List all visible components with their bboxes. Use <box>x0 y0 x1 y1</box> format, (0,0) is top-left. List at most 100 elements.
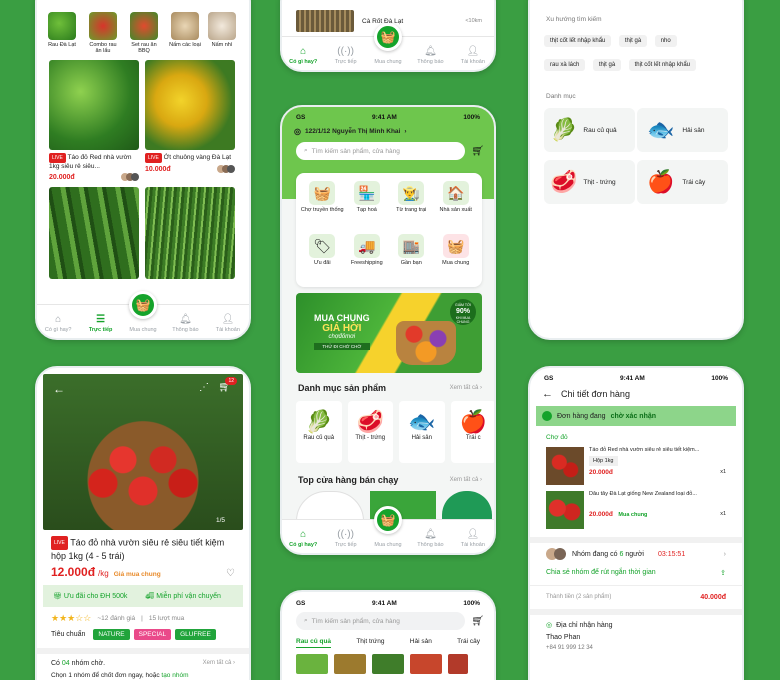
trend-chip[interactable]: thịt gà <box>592 59 622 71</box>
tab-vegetables[interactable]: Rau củ quả <box>296 638 332 648</box>
tab-live[interactable]: ((·)) Trực tiếp <box>324 37 366 70</box>
see-all-link[interactable]: Xem tất cả › <box>450 385 482 391</box>
heart-icon[interactable]: ♡ <box>226 568 235 579</box>
product-card[interactable]: LIVE Táo đỏ Red nhà vườn 1kg siêu rẻ siê… <box>49 60 139 181</box>
see-all-link[interactable]: Xem tất cả › <box>203 660 235 667</box>
menu-producer[interactable]: 🏠 Nhà sản xuất <box>434 181 479 234</box>
basket-icon: 🧺 <box>374 23 403 51</box>
rating-count[interactable]: ~12 đánh giá <box>97 615 135 622</box>
share-group-link[interactable]: Chia sẻ nhóm để rút ngắn thời gian ⇪ <box>530 565 742 581</box>
product-image <box>145 187 235 279</box>
meat-icon: 🥩 <box>356 409 384 434</box>
share-icon: ⇪ <box>720 570 726 577</box>
product-name: Ớt chuông vàng Đà Lạt <box>163 154 232 161</box>
category-item[interactable]: 🥬 Rau củ quả <box>296 401 342 463</box>
menu-grocery[interactable]: 🏪 Tạp hoá <box>345 181 390 234</box>
category-row: Rau Đà Lạt Combo rau ăn lẩu Set rau ăn B… <box>37 0 249 54</box>
category-item[interactable]: Nấm các loại <box>166 12 204 54</box>
product-thumb[interactable] <box>334 654 366 674</box>
address-bar[interactable]: ◎ 122/1/12 Nguyễn Thị Minh Khai › <box>294 127 482 136</box>
category-card[interactable]: 🥬 Rau củ quả <box>544 108 635 152</box>
tab-group-buy[interactable]: 🧺 Mua chung <box>367 23 409 70</box>
tab-meat[interactable]: Thịt trứng <box>356 638 384 648</box>
broadcast-icon: ((·)) <box>337 46 354 57</box>
back-arrow-icon[interactable]: ← <box>53 382 65 396</box>
product-thumb[interactable] <box>296 654 328 674</box>
menu-deals[interactable]: 🏷 Ưu đãi <box>300 234 345 287</box>
menu-freeshipping[interactable]: 🚚 Freeshipping <box>345 234 390 287</box>
promo-banner[interactable]: MUA CHUNG GIÁ HỜI chợđỏmơi THỬ ĐI CHỚ CH… <box>296 293 482 373</box>
status-bar: GS 9:41 AM 100% <box>544 374 728 382</box>
item-tag: Mua chung <box>618 512 648 518</box>
product-card[interactable] <box>49 187 139 279</box>
barn-icon: 🏠 <box>442 181 469 205</box>
menu-group-buy[interactable]: 🧺 Mua chung <box>434 234 479 287</box>
product-card[interactable]: LIVE Ớt chuông vàng Đà Lạt 10.000đ <box>145 60 235 181</box>
standard-badge: NATURE <box>93 629 130 640</box>
tab-notifications[interactable]: 🔔︎ Thông báo <box>164 305 206 338</box>
status-bar: GS 9:41 AM 100% <box>296 113 480 121</box>
category-card[interactable]: 🍎 Trái cây <box>637 160 728 204</box>
menu-nearby[interactable]: 🏬 Gần bạn <box>389 234 434 287</box>
live-badge: LIVE <box>49 153 66 163</box>
order-item[interactable]: Dâu tây Đà Lạt giống New Zealand loại đỏ… <box>530 485 742 529</box>
tab-account[interactable]: 👤︎ Tài khoản <box>452 37 494 70</box>
tab-seafood[interactable]: Hải sản <box>410 638 432 648</box>
tab-account[interactable]: 👤︎ Tài khoản <box>207 305 249 338</box>
tab-fruit[interactable]: Trái cây <box>457 638 480 648</box>
tab-account[interactable]: 👤︎ Tài khoản <box>452 520 494 553</box>
category-item[interactable]: Nấm nhì <box>207 12 237 54</box>
price-unit: /kg <box>98 569 109 578</box>
category-item[interactable]: Rau Đà Lạt <box>43 12 81 54</box>
category-item[interactable]: 🥩 Thịt - trứng <box>347 401 393 463</box>
tab-home[interactable]: ⌂ Có gì hay? <box>37 305 79 338</box>
trend-chip[interactable]: rau xà lách <box>544 59 586 71</box>
cart-icon[interactable]: 🛒︎ <box>471 616 484 627</box>
category-item[interactable]: 🍎 Trái c <box>450 401 494 463</box>
search-input[interactable]: ⌕ Tìm kiếm sản phẩm, cửa hàng <box>296 612 466 630</box>
product-card[interactable] <box>145 187 235 279</box>
promo-freeship[interactable]: 🚚︎ Miễn phí vận chuyển <box>145 592 220 600</box>
product-thumb[interactable] <box>410 654 442 674</box>
category-title: Danh mục <box>546 93 576 100</box>
trend-chip[interactable]: thịt gà <box>618 35 648 47</box>
trend-chip[interactable]: thịt cốt lết nhập khẩu <box>544 35 612 47</box>
product-price: 10.000đ <box>145 165 171 173</box>
product-thumb[interactable] <box>448 654 468 674</box>
phone-category: GS 9:41 AM 100% ⌕ Tìm kiếm sản phẩm, cửa… <box>280 590 496 680</box>
tab-notifications[interactable]: 🔔︎ Thông báo <box>409 37 451 70</box>
category-card[interactable]: 🥩 Thịt - trứng <box>544 160 635 204</box>
promo-discount[interactable]: 🎁︎ Ưu đãi cho ĐH 500k <box>53 592 127 600</box>
category-card[interactable]: 🐟 Hải sản <box>637 108 728 152</box>
category-item[interactable]: Combo rau ăn lẩu <box>84 12 122 54</box>
live-badge: LIVE <box>145 153 162 163</box>
list-icon: ☰ <box>96 314 106 325</box>
tab-notifications[interactable]: 🔔︎ Thông báo <box>409 520 451 553</box>
product-thumb[interactable] <box>372 654 404 674</box>
see-all-link[interactable]: Xem tất cả › <box>450 477 482 483</box>
group-status[interactable]: Nhóm đang có 6 người 03:15:51 › <box>530 543 742 565</box>
create-group-link[interactable]: tạo nhóm <box>161 672 188 679</box>
search-input[interactable]: ⌕ Tìm kiếm sản phẩm, cửa hàng <box>296 142 466 160</box>
home-icon: ⌂ <box>300 46 307 57</box>
tab-group-buy[interactable]: 🧺 Mua chung <box>122 291 164 338</box>
menu-farm[interactable]: 👨‍🌾 Từ trang trại <box>389 181 434 234</box>
trend-chip[interactable]: thịt cốt lết nhập khẩu <box>628 59 696 71</box>
back-arrow-icon[interactable]: ← <box>542 388 553 400</box>
order-item[interactable]: Táo đỏ Red nhà vườn siêu rẻ siêu tiết ki… <box>530 445 742 485</box>
share-icon[interactable]: ⋰ <box>199 382 209 393</box>
menu-traditional-market[interactable]: 🧺 Chợ truyền thống <box>300 181 345 234</box>
product-thumb <box>546 447 584 485</box>
trend-chip[interactable]: nho <box>654 35 677 47</box>
page-title: Chi tiết đơn hàng <box>561 389 630 399</box>
total-label: Thành tiền (2 sản phẩm) <box>546 594 612 600</box>
category-item[interactable]: 🐟 Hải sản <box>399 401 445 463</box>
tab-home[interactable]: ⌂ Có gì hay? <box>282 37 324 70</box>
tab-group-buy[interactable]: 🧺 Mua chung <box>367 506 409 553</box>
tab-live[interactable]: ☰ Trực tiếp <box>79 305 121 338</box>
cart-icon[interactable]: 🛒︎ <box>471 146 484 157</box>
tab-home[interactable]: ⌂ Có gì hay? <box>282 520 324 553</box>
shop-name[interactable]: Chợ đỏ <box>530 426 742 445</box>
category-item[interactable]: Set rau ăn BBQ <box>125 12 163 54</box>
tab-live[interactable]: ((·)) Trực tiếp <box>324 520 366 553</box>
